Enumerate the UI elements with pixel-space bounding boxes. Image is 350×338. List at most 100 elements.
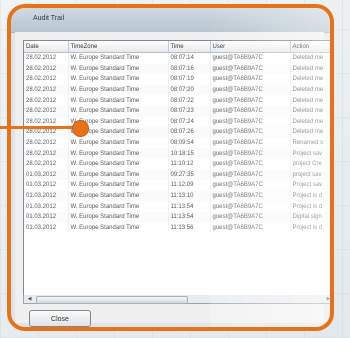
table-cell: guest@TA6B9A7C — [210, 158, 291, 170]
close-button[interactable]: Close — [29, 310, 91, 327]
table-cell: Project sav — [290, 180, 330, 191]
column-header[interactable]: TimeZone — [68, 41, 169, 53]
table-cell: 09:27:35 — [168, 169, 211, 181]
table-cell: 08:07:19 — [168, 74, 211, 85]
table-cell: W. Europe Standard Time — [68, 148, 169, 159]
table-cell: W. Europe Standard Time — [68, 105, 169, 117]
dialog-body: Date TimeZone Time User Action 28.02.2012 W. … — [15, 32, 330, 327]
table-cell: 08:07:24 — [168, 116, 211, 128]
table-cell: guest@TA6B9A7C — [210, 180, 291, 191]
column-header[interactable]: Time — [168, 41, 211, 53]
table-row[interactable]: 01.03.2012 W. Europe Standard Time 11:12:0… — [24, 180, 330, 191]
table-row[interactable]: 01.03.2012 W. Europe Standard Time 09:27:3… — [24, 169, 330, 181]
table-cell: 01.03.2012 — [24, 201, 69, 212]
scroll-left-icon[interactable]: ◀ — [25, 295, 34, 303]
table-cell: W. Europe Standard Time — [68, 201, 169, 212]
table-cell: Project is d — [290, 222, 330, 234]
table-cell: 01.03.2012 — [24, 190, 69, 202]
table-row[interactable]: 28.02.2012 W. Europe Standard Time 08:09:5… — [24, 137, 330, 149]
table-cell: W. Europe Standard Time — [68, 211, 169, 223]
table-cell: guest@TA6B9A7C — [210, 148, 291, 159]
table-cell: 08:07:14 — [168, 52, 211, 64]
table-cell: guest@TA6B9A7C — [210, 201, 291, 212]
table-cell: 01.03.2012 — [24, 211, 69, 223]
audit-table: Date TimeZone Time User Action 28.02.2012 W. … — [24, 41, 330, 234]
table-cell: W. Europe Standard Time — [68, 52, 169, 64]
table-row[interactable]: 01.03.2012 W. Europe Standard Time 11:13:5… — [24, 201, 330, 212]
table-cell: W. Europe Standard Time — [68, 84, 169, 96]
table-cell: guest@TA6B9A7C — [210, 63, 291, 75]
table-cell: 08:07:23 — [168, 105, 211, 117]
table-header-row: Date TimeZone Time User Action — [24, 41, 330, 53]
table-cell: 28.02.2012 — [24, 63, 69, 75]
horizontal-scrollbar[interactable]: ◀ ▶ — [23, 295, 330, 304]
table-row[interactable]: 28.02.2012 W. Europe Standard Time 08:07:2… — [24, 84, 330, 96]
table-row[interactable]: 28.02.2012 W. Europe Standard Time 11:10:1… — [24, 158, 330, 170]
table-cell: 08:09:54 — [168, 137, 211, 149]
table-cell: guest@TA6B9A7C — [210, 169, 291, 181]
table-row[interactable]: 28.02.2012 W. Europe Standard Time 08:07:2… — [24, 105, 330, 117]
scrollbar-thumb[interactable] — [36, 296, 188, 304]
table-cell: 28.02.2012 — [24, 74, 69, 85]
table-cell: Renamed s — [290, 137, 330, 149]
table-row[interactable]: 01.03.2012 W. Europe Standard Time 11:13:5… — [24, 211, 330, 223]
column-header[interactable]: Date — [24, 41, 69, 53]
column-header[interactable]: User — [210, 41, 291, 53]
table-row[interactable]: 01.03.2012 W. Europe Standard Time 11:13:5… — [24, 222, 330, 234]
table-cell: W. Europe Standard Time — [68, 63, 169, 75]
table-cell: guest@TA6B9A7C — [210, 74, 291, 85]
table-cell: guest@TA6B9A7C — [210, 211, 291, 223]
table-cell: 11:13:10 — [168, 190, 211, 202]
table-cell: Digital sign — [290, 211, 330, 223]
table-cell: guest@TA6B9A7C — [210, 95, 291, 106]
table-cell: 01.03.2012 — [24, 222, 69, 234]
table-cell: Deleted me — [290, 127, 330, 138]
table-cell: 08:07:22 — [168, 95, 211, 106]
table-row[interactable]: 28.02.2012 W. Europe Standard Time 10:18:1… — [24, 148, 330, 159]
table-cell: 28.02.2012 — [24, 148, 69, 159]
table-row[interactable]: 28.02.2012 W. Europe Standard Time 08:07:1… — [24, 52, 330, 64]
table-cell: Project sav — [290, 148, 330, 159]
table-cell: Deleted me — [290, 95, 330, 106]
table-cell: Deleted me — [290, 116, 330, 128]
table-cell: Project is d — [290, 201, 330, 212]
table-cell: 11:10:12 — [168, 158, 211, 170]
title-bar: Audit Trail — [11, 8, 330, 33]
table-row[interactable]: 28.02.2012 W. Europe Standard Time 08:07:1… — [24, 63, 330, 75]
table-cell: Deleted me — [290, 63, 330, 75]
table-cell: project Cre — [290, 158, 330, 170]
scroll-right-icon[interactable]: ▶ — [324, 295, 330, 303]
table-cell: 08:07:26 — [168, 127, 211, 138]
table-row[interactable]: 01.03.2012 W. Europe Standard Time 11:13:1… — [24, 190, 330, 202]
table-cell: Project is d — [290, 190, 330, 202]
callout-line — [0, 126, 78, 129]
table-cell: 11:13:54 — [168, 211, 211, 223]
table-cell: 11:13:54 — [168, 201, 211, 212]
table-cell: W. Europe Standard Time — [68, 190, 169, 202]
table-cell: 28.02.2012 — [24, 137, 69, 149]
table-cell: guest@TA6B9A7C — [210, 127, 291, 138]
column-header[interactable]: Action — [290, 41, 330, 53]
table-row[interactable]: 28.02.2012 W. Europe Standard Time 08:07:2… — [24, 95, 330, 106]
audit-trail-list[interactable]: Date TimeZone Time User Action 28.02.2012 W. … — [23, 40, 330, 297]
table-cell: W. Europe Standard Time — [68, 95, 169, 106]
magnified-window-frame: Audit Trail Date TimeZone Time User Action 2… — [7, 4, 334, 331]
table-cell: 08:07:20 — [168, 84, 211, 96]
table-cell: guest@TA6B9A7C — [210, 52, 291, 64]
table-cell: guest@TA6B9A7C — [210, 116, 291, 128]
table-cell: guest@TA6B9A7C — [210, 190, 291, 202]
table-cell: Deleted me — [290, 52, 330, 64]
table-cell: 10:18:15 — [168, 148, 211, 159]
window-title: Audit Trail — [33, 15, 65, 22]
table-cell: project sav — [290, 169, 330, 181]
table-cell: Deleted me — [290, 105, 330, 117]
table-cell: W. Europe Standard Time — [68, 180, 169, 191]
table-cell: 11:13:56 — [168, 222, 211, 234]
table-cell: guest@TA6B9A7C — [210, 105, 291, 117]
table-cell: 28.02.2012 — [24, 84, 69, 96]
table-cell: guest@TA6B9A7C — [210, 222, 291, 234]
table-row[interactable]: 28.02.2012 W. Europe Standard Time 08:07:1… — [24, 74, 330, 85]
table-cell: Deleted me — [290, 84, 330, 96]
table-cell: W. Europe Standard Time — [68, 158, 169, 170]
table-cell: 01.03.2012 — [24, 169, 69, 181]
